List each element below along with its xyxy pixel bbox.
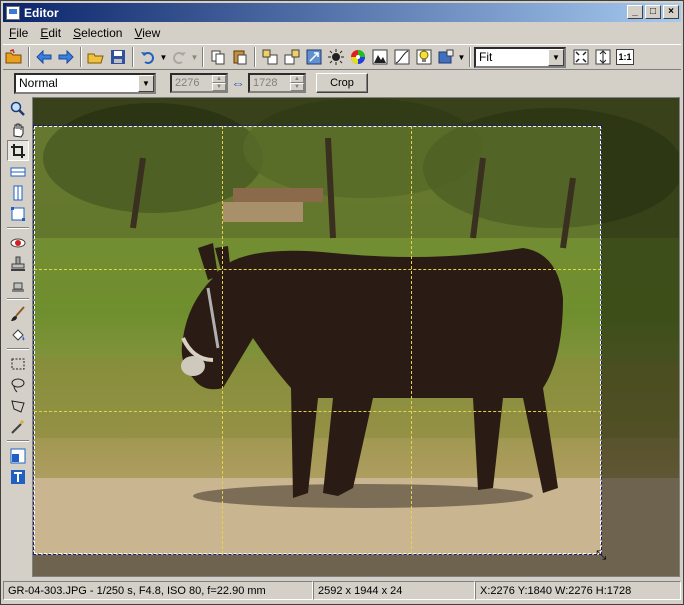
thirds-guide [34, 411, 601, 412]
color-wheel-icon[interactable] [347, 46, 369, 68]
fit-window-icon[interactable] [570, 46, 592, 68]
maximize-button[interactable]: □ [645, 5, 661, 19]
window-title: Editor [24, 5, 59, 20]
text-tool-icon[interactable] [7, 466, 29, 487]
crop-width-value: 2276 [175, 77, 200, 89]
copy-icon[interactable] [207, 46, 229, 68]
tool-separator [7, 348, 29, 350]
menu-view[interactable]: View [128, 26, 166, 40]
height-stepper[interactable]: ▲ ▼ [290, 75, 304, 91]
status-file-info: GR-04-303.JPG - 1/250 s, F4.8, ISO 80, f… [3, 581, 313, 600]
smudge-icon[interactable] [7, 274, 29, 295]
tool-palette [5, 98, 31, 576]
redo-icon[interactable] [168, 46, 190, 68]
crop-mode-select[interactable]: Normal ▼ [14, 72, 156, 94]
straighten-horizontal-icon[interactable] [7, 161, 29, 182]
back-arrow-icon[interactable] [33, 46, 55, 68]
status-image-size: 2592 x 1944 x 24 [313, 581, 475, 600]
brightness-icon[interactable] [325, 46, 347, 68]
app-icon [6, 5, 20, 20]
zoom-tool-icon[interactable] [7, 98, 29, 119]
perspective-icon[interactable] [7, 203, 29, 224]
menu-selection[interactable]: Selection [67, 26, 128, 40]
minimize-button[interactable]: _ [627, 5, 643, 19]
undo-icon[interactable] [137, 46, 159, 68]
editor-window: Editor _ □ × File Edit Selection View ▼ … [0, 0, 684, 605]
rotate-right-icon[interactable] [281, 46, 303, 68]
crop-toolbar: Normal ▼ 2276 ▲ ▼ ⇔ 1728 ▲ ▼ Crop [3, 71, 681, 95]
curves-icon[interactable] [391, 46, 413, 68]
toolbar-separator [469, 47, 471, 67]
toolbar-separator [28, 47, 30, 67]
zoom-mode-value: Fit [479, 50, 493, 64]
crop-mode-value: Normal [19, 76, 58, 90]
toolbar-separator [80, 47, 82, 67]
chevron-down-icon[interactable]: ▼ [138, 74, 154, 92]
effects-icon[interactable] [435, 46, 457, 68]
levels-icon[interactable] [369, 46, 391, 68]
crop-selection[interactable] [33, 125, 602, 555]
open-folder-icon[interactable] [3, 46, 25, 68]
lightbulb-icon[interactable] [413, 46, 435, 68]
main-toolbar: ▼ ▼ ▼ Fit ▼ 1:1 [3, 44, 681, 70]
forward-arrow-icon[interactable] [55, 46, 77, 68]
menu-bar: File Edit Selection View [3, 23, 681, 42]
red-eye-icon[interactable] [7, 232, 29, 253]
crop-mask-top [33, 98, 679, 126]
menu-edit[interactable]: Edit [34, 26, 67, 40]
clone-stamp-icon[interactable] [7, 253, 29, 274]
crop-height-field[interactable]: 1728 ▲ ▼ [248, 73, 306, 93]
thirds-guide [222, 126, 223, 554]
toolbar-separator [202, 47, 204, 67]
crop-width-field[interactable]: 2276 ▲ ▼ [170, 73, 228, 93]
redo-dropdown-icon[interactable]: ▼ [190, 53, 199, 62]
tool-separator [7, 227, 29, 229]
close-button[interactable]: × [663, 5, 679, 19]
brush-icon[interactable] [7, 303, 29, 324]
thirds-guide [411, 126, 412, 554]
resize-handle-icon[interactable]: ⤡ [596, 548, 610, 562]
crop-tool-icon[interactable] [7, 140, 29, 161]
width-stepper[interactable]: ▲ ▼ [212, 75, 226, 91]
fill-bucket-icon[interactable] [7, 324, 29, 345]
window-controls: _ □ × [627, 5, 679, 19]
open-file-icon[interactable] [85, 46, 107, 68]
layout-icon[interactable] [7, 445, 29, 466]
toolbar-separator [132, 47, 134, 67]
toolbar-separator [254, 47, 256, 67]
paste-icon[interactable] [229, 46, 251, 68]
hand-tool-icon[interactable] [7, 119, 29, 140]
status-selection: X:2276 Y:1840 W:2276 H:1728 [475, 581, 681, 600]
magic-wand-icon[interactable] [7, 416, 29, 437]
crop-height-value: 1728 [253, 77, 278, 89]
polygon-select-icon[interactable] [7, 395, 29, 416]
rect-select-icon[interactable] [7, 353, 29, 374]
title-bar[interactable]: Editor _ □ × [3, 3, 681, 22]
tool-separator [7, 298, 29, 300]
crop-button[interactable]: Crop [316, 73, 368, 93]
crop-mask-right [602, 126, 679, 555]
save-icon[interactable] [107, 46, 129, 68]
chevron-down-icon[interactable]: ▼ [548, 48, 564, 66]
image-canvas[interactable]: ⤡ [32, 97, 680, 577]
zoom-1to1-button[interactable]: 1:1 [616, 49, 634, 65]
effects-dropdown-icon[interactable]: ▼ [457, 53, 466, 62]
swap-dimensions-icon[interactable]: ⇔ [228, 75, 248, 91]
status-bar: GR-04-303.JPG - 1/250 s, F4.8, ISO 80, f… [3, 581, 681, 601]
thirds-guide [34, 269, 601, 270]
lasso-icon[interactable] [7, 374, 29, 395]
tool-separator [7, 440, 29, 442]
resize-image-icon[interactable] [303, 46, 325, 68]
undo-dropdown-icon[interactable]: ▼ [159, 53, 168, 62]
fit-height-icon[interactable] [592, 46, 614, 68]
straighten-vertical-icon[interactable] [7, 182, 29, 203]
rotate-left-icon[interactable] [259, 46, 281, 68]
menu-file[interactable]: File [3, 26, 34, 40]
zoom-mode-select[interactable]: Fit ▼ [474, 46, 566, 68]
crop-mask-bottom [33, 555, 679, 576]
